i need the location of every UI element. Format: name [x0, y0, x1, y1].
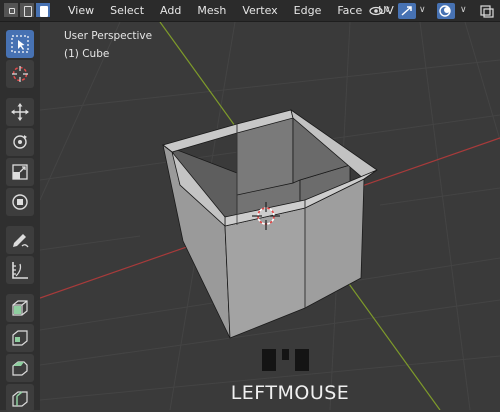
- visibility-eye-icon[interactable]: [368, 3, 384, 19]
- menu-face[interactable]: Face: [329, 0, 370, 22]
- chevron-down-icon[interactable]: ∨: [460, 5, 467, 15]
- select-box-tool[interactable]: [6, 30, 34, 58]
- scale-icon: [12, 164, 28, 180]
- extrude-icon: [12, 300, 28, 316]
- bevel-tool[interactable]: [6, 354, 34, 382]
- ruler-icon: [12, 262, 28, 279]
- annotate-tool[interactable]: [6, 226, 34, 254]
- cube-mesh[interactable]: [162, 109, 378, 339]
- menu-add[interactable]: Add: [152, 0, 189, 22]
- gizmo-toggle-button[interactable]: [398, 3, 416, 19]
- rotate-tool[interactable]: [6, 128, 34, 156]
- transform-icon: [12, 194, 28, 210]
- active-object-label: (1) Cube: [64, 48, 110, 60]
- extrude-region-tool[interactable]: [6, 294, 34, 322]
- overlays-toggle-button[interactable]: [437, 3, 455, 19]
- menu-edge[interactable]: Edge: [286, 0, 330, 22]
- inset-faces-tool[interactable]: [6, 324, 34, 352]
- transform-tool[interactable]: [6, 188, 34, 216]
- vertex-select-mode-button[interactable]: [3, 2, 19, 18]
- mouse-button-icon: [262, 349, 312, 371]
- move-arrows-icon: [11, 103, 29, 121]
- rotate-icon: [13, 135, 27, 149]
- menu-view[interactable]: View: [58, 0, 102, 22]
- select-box-icon: [11, 35, 29, 53]
- select-mode-group: [3, 2, 51, 18]
- cursor-tool[interactable]: [6, 60, 34, 88]
- tool-shelf: [0, 22, 40, 412]
- xray-toggle-icon[interactable]: [479, 3, 495, 19]
- cursor-icon: [12, 66, 28, 82]
- measure-tool[interactable]: [6, 256, 34, 284]
- view-perspective-label: User Perspective: [64, 30, 153, 42]
- edge-select-mode-button[interactable]: [19, 2, 35, 18]
- move-tool[interactable]: [6, 98, 34, 126]
- menu-vertex[interactable]: Vertex: [234, 0, 285, 22]
- key-hint-label: LEFTMOUSE: [230, 382, 350, 404]
- scale-tool[interactable]: [6, 158, 34, 186]
- viewport-header: View Select Add Mesh Vertex Edge Face UV…: [0, 0, 500, 22]
- chevron-down-icon[interactable]: ∨: [384, 5, 391, 15]
- menu-mesh[interactable]: Mesh: [189, 0, 234, 22]
- menu-select[interactable]: Select: [102, 0, 152, 22]
- pencil-icon: [13, 234, 29, 248]
- inset-icon: [12, 330, 28, 346]
- chevron-down-icon[interactable]: ∨: [419, 5, 426, 15]
- header-menu: View Select Add Mesh Vertex Edge Face UV: [58, 0, 402, 22]
- bevel-icon: [12, 361, 28, 376]
- face-select-mode-button[interactable]: [35, 2, 51, 18]
